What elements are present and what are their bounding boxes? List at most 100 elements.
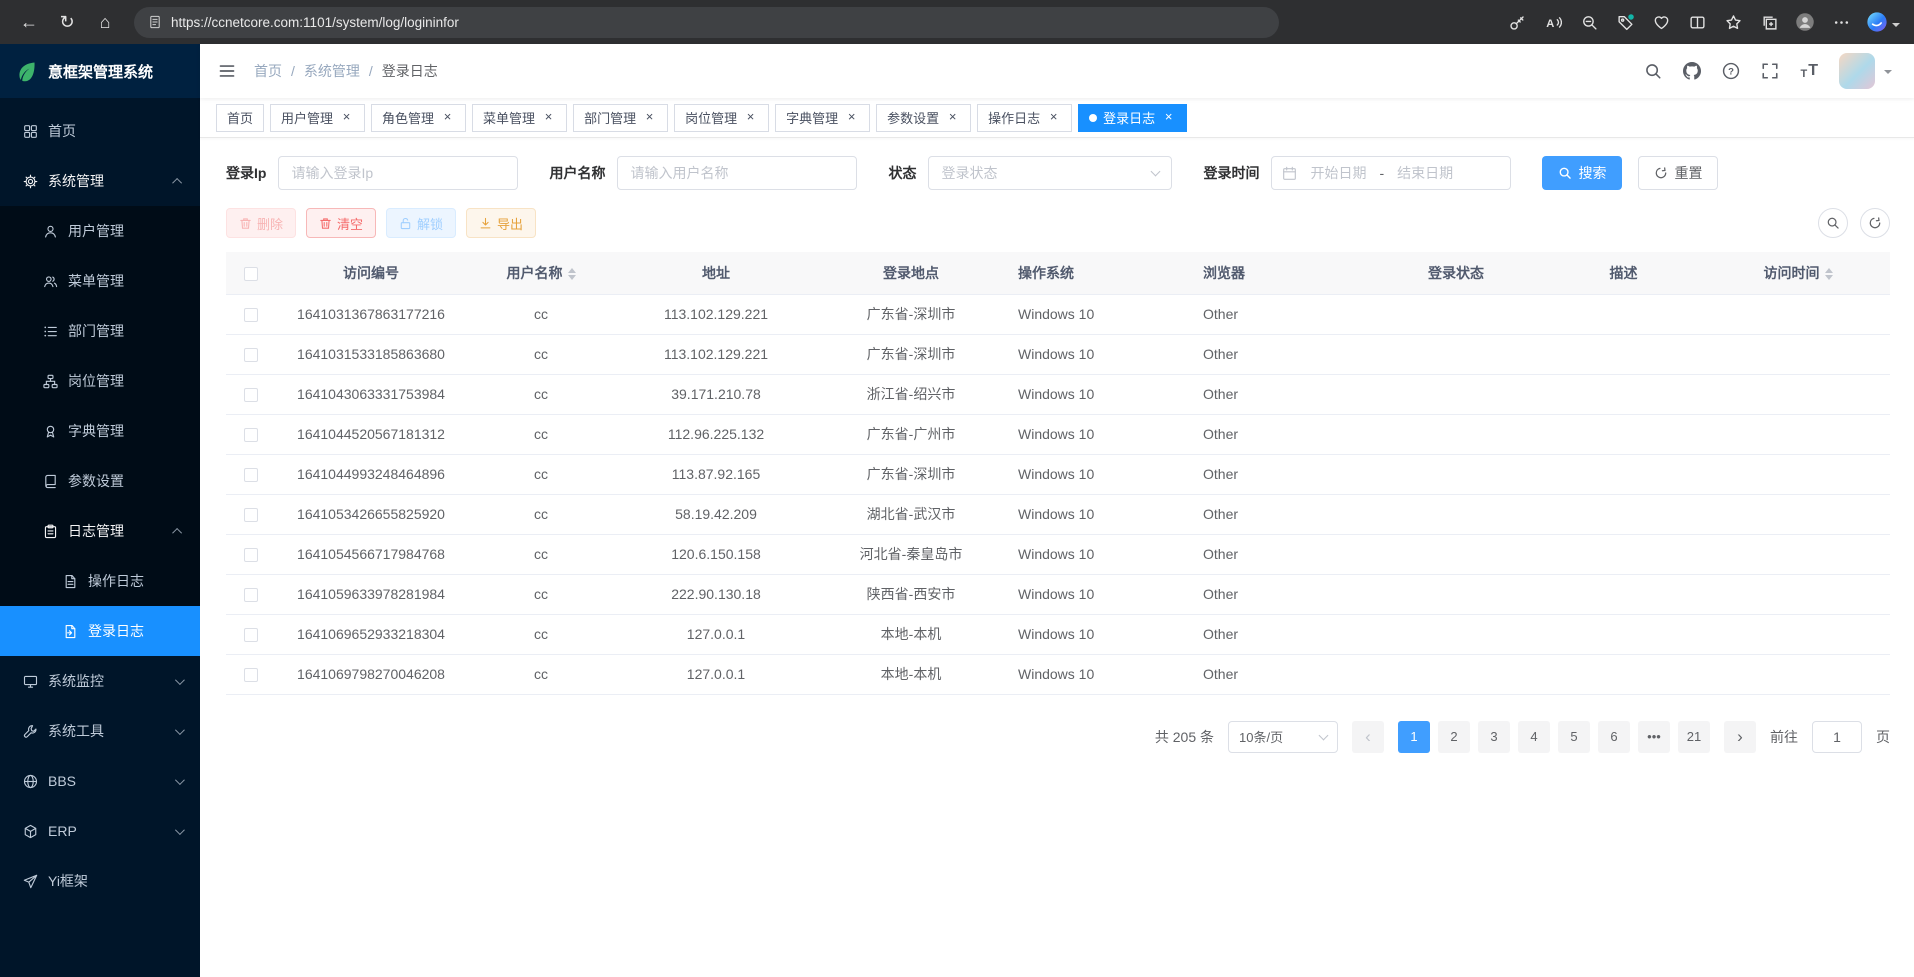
login-status-select[interactable]: 登录状态 [928,156,1172,190]
end-date-input[interactable] [1389,165,1461,181]
copilot-dropdown-icon[interactable] [1892,23,1900,31]
close-tab-icon[interactable]: × [1161,110,1176,125]
row-checkbox-cell[interactable] [226,414,276,454]
col-user-name[interactable]: 用户名称 [466,252,616,294]
checkbox[interactable] [244,267,258,281]
browser-home-icon[interactable]: ⌂ [88,6,122,38]
jump-page-input[interactable] [1812,721,1862,753]
tab-item[interactable]: 操作日志 × [977,104,1072,132]
breadcrumb-home[interactable]: 首页 [254,61,282,81]
page-number-button[interactable]: 2 [1438,721,1470,753]
sort-icon[interactable] [568,268,576,280]
table-row[interactable]: 1641053426655825920 cc 58.19.42.209 湖北省-… [226,494,1890,534]
checkbox[interactable] [244,388,258,402]
date-range-picker[interactable]: - [1271,156,1511,190]
read-aloud-icon[interactable]: A [1536,6,1570,38]
export-button[interactable]: 导出 [466,208,536,238]
page-number-button[interactable]: ••• [1638,721,1670,753]
tab-item[interactable]: 角色管理 × [371,104,466,132]
browser-settings-menu-icon[interactable] [1824,6,1858,38]
shopping-deals-icon[interactable] [1608,6,1642,38]
table-row[interactable]: 1641031533185863680 cc 113.102.129.221 广… [226,334,1890,374]
sidebar-item-operlog[interactable]: 操作日志 [0,556,200,606]
close-tab-icon[interactable]: × [1046,110,1061,125]
copilot-icon[interactable] [1860,6,1894,38]
row-checkbox-cell[interactable] [226,614,276,654]
sidebar-item-yi[interactable]: Yi框架 [0,856,200,906]
row-checkbox-cell[interactable] [226,534,276,574]
sidebar-item-monitor[interactable]: 系统监控 [0,656,200,706]
table-row[interactable]: 1641054566717984768 cc 120.6.150.158 河北省… [226,534,1890,574]
row-checkbox-cell[interactable] [226,294,276,334]
password-key-icon[interactable] [1500,6,1534,38]
tab-item[interactable]: 登录日志 × [1078,104,1187,132]
sort-icon[interactable] [1825,268,1833,280]
sidebar-toggle-icon[interactable] [200,44,254,98]
checkbox[interactable] [244,628,258,642]
clear-button[interactable]: 清空 [306,208,376,238]
row-checkbox-cell[interactable] [226,574,276,614]
sidebar-item-loginlog[interactable]: 登录日志 [0,606,200,656]
sidebar-item-system[interactable]: 系统管理 [0,156,200,206]
page-number-button[interactable]: 4 [1518,721,1550,753]
sidebar-item-tool[interactable]: 系统工具 [0,706,200,756]
checkbox[interactable] [244,428,258,442]
row-checkbox-cell[interactable] [226,374,276,414]
sidebar-item-dept[interactable]: 岗位管理 [0,356,200,406]
sidebar-item-erp[interactable]: ERP [0,806,200,856]
page-number-button[interactable]: 3 [1478,721,1510,753]
close-tab-icon[interactable]: × [945,110,960,125]
avatar-dropdown-icon[interactable] [1884,70,1892,78]
close-tab-icon[interactable]: × [642,110,657,125]
sidebar-item-menu[interactable]: 部门管理 [0,306,200,356]
favorites-star-icon[interactable] [1716,6,1750,38]
refresh-table-button[interactable] [1860,208,1890,238]
checkbox[interactable] [244,548,258,562]
tab-item[interactable]: 用户管理 × [270,104,365,132]
toggle-search-button[interactable] [1818,208,1848,238]
checkbox[interactable] [244,308,258,322]
page-size-select[interactable]: 10条/页 [1228,721,1338,753]
user-avatar[interactable] [1839,53,1875,89]
sidebar-item-dict[interactable]: 参数设置 [0,456,200,506]
collections-icon[interactable] [1752,6,1786,38]
reset-button[interactable]: 重置 [1638,156,1718,190]
close-tab-icon[interactable]: × [339,110,354,125]
checkbox[interactable] [244,668,258,682]
start-date-input[interactable] [1302,165,1374,181]
row-checkbox-cell[interactable] [226,334,276,374]
browser-back-icon[interactable]: ← [12,6,46,38]
address-bar[interactable]: https://ccnetcore.com:1101/system/log/lo… [134,7,1279,38]
table-row[interactable]: 1641043063331753984 cc 39.171.210.78 浙江省… [226,374,1890,414]
user-name-input[interactable] [617,156,857,190]
prev-page-button[interactable]: ‹ [1352,721,1384,753]
browser-essentials-icon[interactable] [1644,6,1678,38]
checkbox[interactable] [244,348,258,362]
unlock-button[interactable]: 解锁 [386,208,456,238]
tab-item[interactable]: 岗位管理 × [674,104,769,132]
close-tab-icon[interactable]: × [743,110,758,125]
font-size-icon[interactable]: TT [1800,62,1818,80]
page-info-icon[interactable] [148,15,162,29]
close-tab-icon[interactable]: × [440,110,455,125]
delete-button[interactable]: 删除 [226,208,296,238]
browser-profile-avatar[interactable] [1788,6,1822,38]
search-icon[interactable] [1644,62,1662,80]
page-number-button[interactable]: 6 [1598,721,1630,753]
page-number-button[interactable]: 5 [1558,721,1590,753]
sidebar-item-user[interactable]: 用户管理 [0,206,200,256]
row-checkbox-cell[interactable] [226,654,276,694]
tab-item[interactable]: 参数设置 × [876,104,971,132]
table-row[interactable]: 1641069652933218304 cc 127.0.0.1 本地-本机 W… [226,614,1890,654]
page-number-button[interactable]: 1 [1398,721,1430,753]
fullscreen-icon[interactable] [1761,62,1779,80]
table-row[interactable]: 1641044993248464896 cc 113.87.92.165 广东省… [226,454,1890,494]
checkbox[interactable] [244,468,258,482]
checkbox[interactable] [244,588,258,602]
sidebar-item-home[interactable]: 首页 [0,106,200,156]
row-checkbox-cell[interactable] [226,494,276,534]
split-screen-icon[interactable] [1680,6,1714,38]
row-checkbox-cell[interactable] [226,454,276,494]
page-number-button[interactable]: 21 [1678,721,1710,753]
col-access-time[interactable]: 访问时间 [1706,252,1890,294]
